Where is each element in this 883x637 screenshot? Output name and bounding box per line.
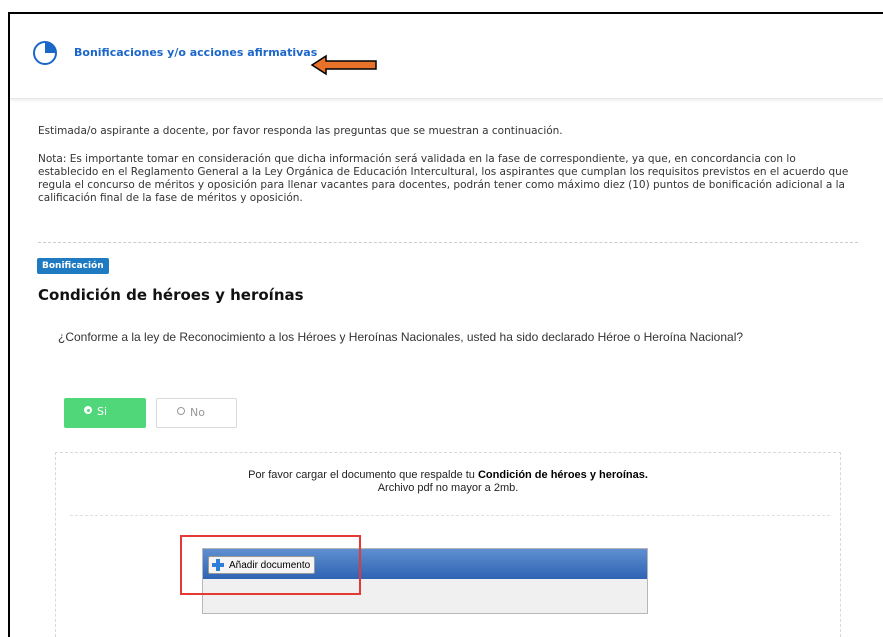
highlight-box xyxy=(180,535,361,595)
radio-selected-icon xyxy=(84,406,92,414)
note-text: Nota: Es importante tomar en consideraci… xyxy=(38,153,849,204)
question-text: ¿Conforme a la ley de Reconocimiento a l… xyxy=(58,330,744,344)
pie-chart-icon xyxy=(33,41,57,65)
option-no-label: No xyxy=(190,406,205,419)
header-title[interactable]: Bonificaciones y/o acciones afirmativas xyxy=(74,46,317,59)
option-yes-button[interactable]: Si xyxy=(64,398,146,428)
option-yes-label: Si xyxy=(97,405,108,418)
upload-size-limit: Archivo pdf no mayor a 2mb. xyxy=(377,482,519,494)
upload-instructions: Por favor cargar el documento que respal… xyxy=(56,469,840,495)
option-no-button[interactable]: No xyxy=(156,398,237,428)
arrow-left-icon xyxy=(310,54,377,76)
category-badge: Bonificación xyxy=(37,258,109,274)
section-title: Condición de héroes y heroínas xyxy=(38,286,304,304)
divider xyxy=(38,242,858,243)
upload-divider xyxy=(70,515,830,516)
upload-instruction-bold: Condición de héroes y heroínas. xyxy=(477,469,648,481)
section-header: Bonificaciones y/o acciones afirmativas xyxy=(10,14,883,99)
upload-instruction-prefix: Por favor cargar el documento que respal… xyxy=(248,469,478,481)
radio-unselected-icon xyxy=(177,407,185,415)
intro-text: Estimada/o aspirante a docente, por favo… xyxy=(38,125,563,137)
